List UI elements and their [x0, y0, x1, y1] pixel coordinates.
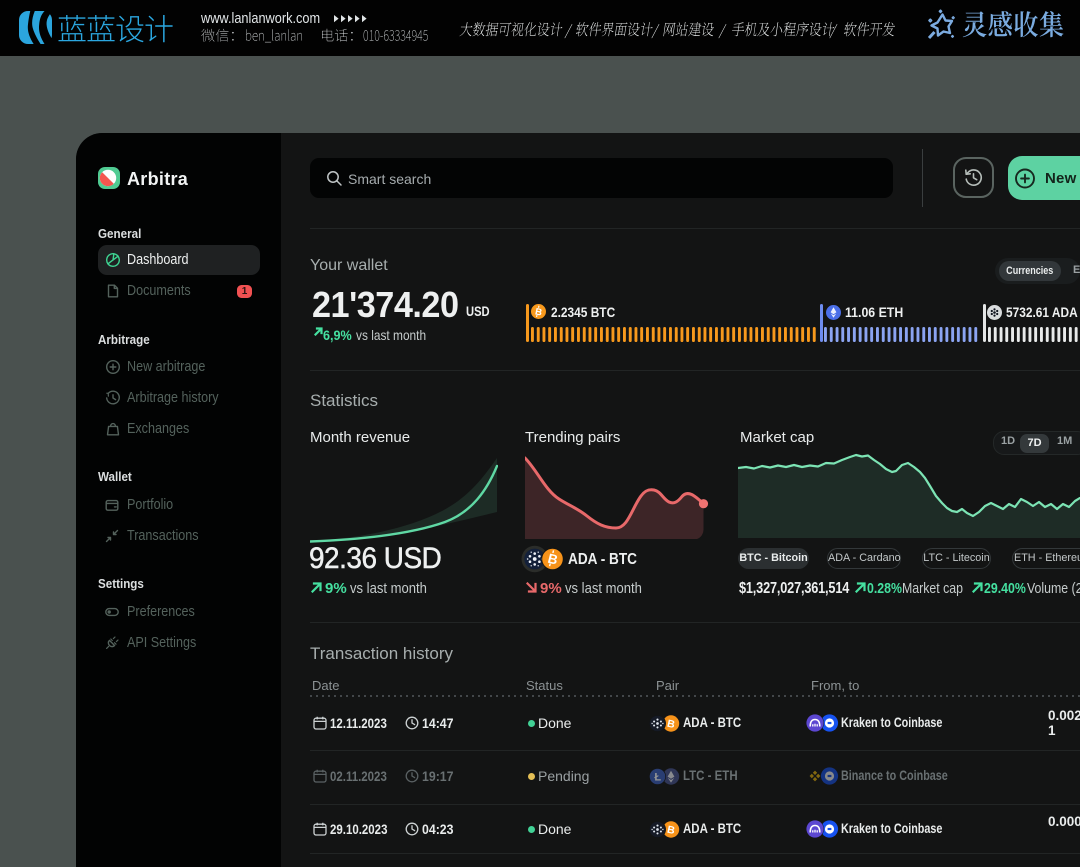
svg-text:Ł: Ł: [654, 771, 661, 783]
